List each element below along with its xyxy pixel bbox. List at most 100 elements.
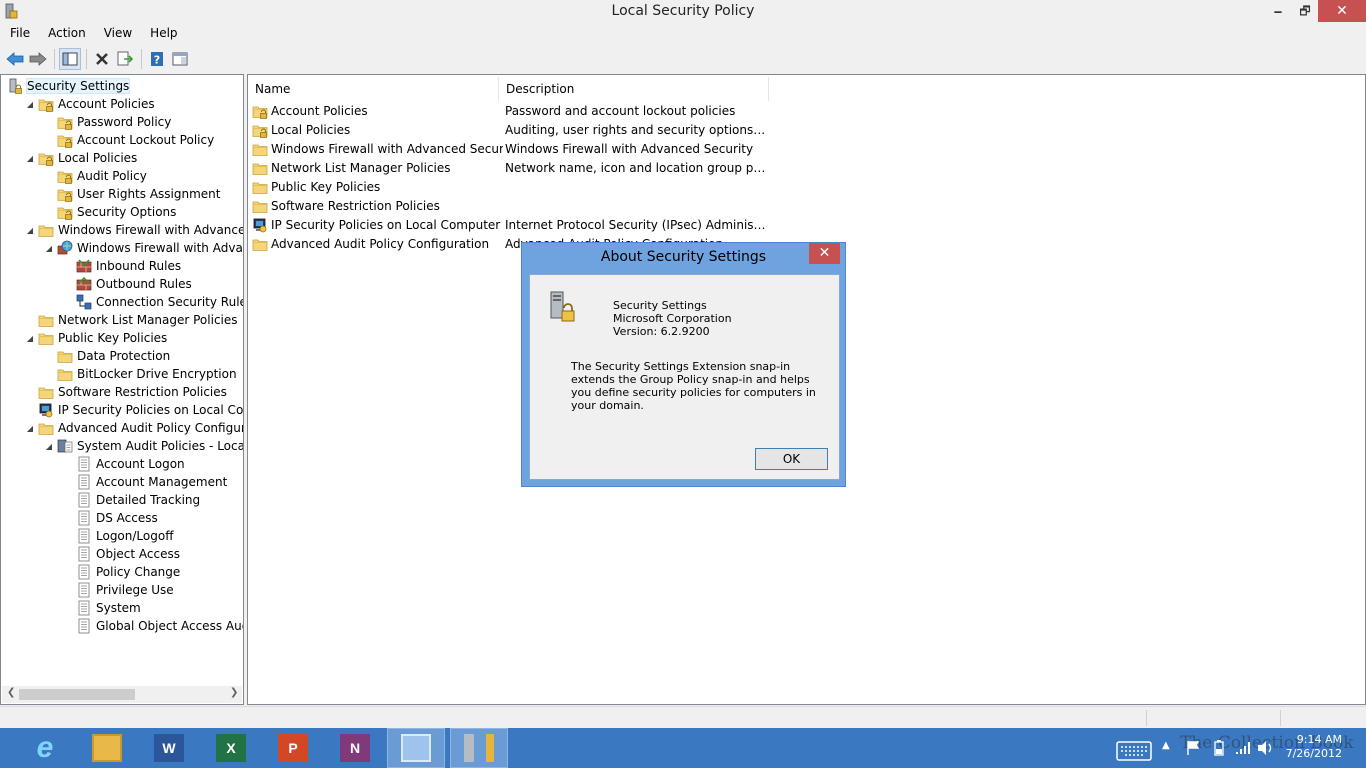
tree-item-label: Network List Manager Policies (58, 313, 238, 327)
forward-button[interactable] (27, 48, 49, 70)
dialog-close-button[interactable]: ✕ (809, 243, 840, 264)
tree-item[interactable]: Security Settings (5, 77, 131, 95)
product-info: Security Settings Microsoft Corporation … (613, 299, 732, 338)
tree-item[interactable]: ◢ System Audit Policies - Local Grou (43, 437, 243, 455)
tree-item[interactable]: DS Access (62, 509, 158, 527)
tree-item-label: Policy Change (96, 565, 181, 579)
tree-item[interactable]: System (62, 599, 141, 617)
folder-lock-icon (57, 171, 73, 184)
expand-collapse-icon[interactable]: ◢ (43, 244, 55, 253)
folder-icon (38, 387, 54, 399)
list-row[interactable]: IP Security Policies on Local Computer In… (252, 215, 1012, 234)
taskbar-word-button[interactable]: W (140, 728, 198, 768)
menu-file[interactable]: File (0, 24, 38, 44)
list-row[interactable]: Local Policies Auditing, user rights and … (252, 120, 1012, 139)
tree-item[interactable]: Privilege Use (62, 581, 174, 599)
close-button[interactable]: ✕ (1318, 0, 1366, 22)
tree-pane[interactable]: Security Settings ◢ Account Policies Passwo… (0, 74, 244, 705)
tree-item[interactable]: IP Security Policies on Local Compute (24, 401, 243, 419)
expand-collapse-icon[interactable]: ◢ (24, 334, 36, 343)
tree-item-label: Security Options (77, 205, 177, 219)
tree-item[interactable]: ◢ Local Policies (24, 149, 137, 167)
properties-button[interactable] (169, 48, 191, 70)
tree-item[interactable]: Network List Manager Policies (24, 311, 238, 329)
battery-icon[interactable] (1213, 740, 1225, 756)
expand-collapse-icon[interactable]: ◢ (24, 424, 36, 433)
tree-horizontal-scrollbar[interactable]: ❮ ❯ (2, 686, 242, 703)
touch-keyboard-icon[interactable] (1116, 738, 1154, 762)
tree-item-label: Outbound Rules (96, 277, 192, 291)
tree-item[interactable]: ◢ Account Policies (24, 95, 155, 113)
list-row-name: Advanced Audit Policy Configuration (271, 236, 490, 251)
expand-collapse-icon[interactable]: ◢ (43, 442, 55, 451)
scroll-left-icon[interactable]: ❮ (7, 687, 15, 698)
tree-item[interactable]: Inbound Rules (62, 257, 181, 275)
tree-item[interactable]: Audit Policy (43, 167, 147, 185)
delete-button[interactable] (91, 48, 113, 70)
expand-collapse-icon[interactable]: ◢ (24, 226, 36, 235)
toolbar: ? (0, 46, 1366, 72)
list-row[interactable]: Public Key Policies (252, 177, 1012, 196)
tree-item[interactable]: BitLocker Drive Encryption (43, 365, 237, 383)
tree-item[interactable]: Logon/Logoff (62, 527, 173, 545)
export-list-button[interactable] (114, 48, 136, 70)
tree-item[interactable]: Object Access (62, 545, 180, 563)
column-header-description[interactable]: Description (499, 77, 769, 101)
taskbar-file-explorer-button[interactable] (78, 728, 136, 768)
show-hidden-icons-icon[interactable]: ▲ (1162, 740, 1170, 751)
folder-lock-icon (57, 135, 73, 148)
show-hide-tree-button[interactable] (59, 48, 81, 70)
menu-action[interactable]: Action (38, 24, 94, 44)
dialog-description: The Security Settings Extension snap-in … (571, 360, 816, 412)
tree-item-label: DS Access (96, 511, 158, 525)
tree-item[interactable]: Account Management (62, 473, 227, 491)
back-button[interactable] (4, 48, 26, 70)
tree-item[interactable]: Policy Change (62, 563, 180, 581)
expand-collapse-icon[interactable]: ◢ (24, 154, 36, 163)
volume-icon[interactable] (1256, 739, 1274, 757)
tree-item[interactable]: Security Options (43, 203, 176, 221)
ok-button[interactable]: OK (755, 448, 828, 470)
list-row[interactable]: Network List Manager Policies Network nam… (252, 158, 1012, 177)
tree-item[interactable]: Detailed Tracking (62, 491, 200, 509)
tree-item[interactable]: Outbound Rules (62, 275, 192, 293)
tree-item[interactable]: ◢ Windows Firewall with Advanced S (43, 239, 243, 257)
expand-collapse-icon[interactable]: ◢ (24, 100, 36, 109)
menu-help[interactable]: Help (140, 24, 185, 44)
taskbar-excel-button[interactable]: X (202, 728, 260, 768)
list-row[interactable]: Windows Firewall with Advanced Security W… (252, 139, 1012, 158)
list-row[interactable]: Account Policies Password and account loc… (252, 101, 1012, 120)
network-signal-icon[interactable] (1234, 740, 1252, 756)
help-button[interactable]: ? (146, 48, 168, 70)
tree-item[interactable]: Account Lockout Policy (43, 131, 214, 149)
restore-button[interactable]: 🗗 (1290, 0, 1320, 22)
taskbar-onenote-button[interactable]: N (326, 728, 384, 768)
tree-item[interactable]: Global Object Access Auditing (62, 617, 243, 635)
scroll-right-icon[interactable]: ❯ (230, 687, 238, 698)
taskbar-control-panel-button[interactable] (387, 728, 445, 768)
tree-item[interactable]: Account Logon (62, 455, 185, 473)
tree-item[interactable]: Software Restriction Policies (24, 383, 227, 401)
tree-item[interactable]: Password Policy (43, 113, 171, 131)
tree-item[interactable]: User Rights Assignment (43, 185, 220, 203)
tree-item[interactable]: ◢ Public Key Policies (24, 329, 167, 347)
column-header-name[interactable]: Name (248, 77, 499, 101)
list-row[interactable]: Software Restriction Policies (252, 196, 1012, 215)
tree-item[interactable]: Data Protection (43, 347, 170, 365)
scrollbar-thumb[interactable] (19, 689, 135, 700)
tree-item-label: Connection Security Rules (96, 295, 244, 309)
show-hide-tree-icon (62, 52, 78, 66)
taskbar-local-security-policy-button[interactable] (450, 728, 508, 768)
tree-item-label: Password Policy (77, 115, 172, 129)
minimize-button[interactable]: 🗕 (1263, 0, 1293, 22)
tree-item[interactable]: ◢ Windows Firewall with Advanced Secu (24, 221, 243, 239)
menu-view[interactable]: View (94, 24, 140, 44)
taskbar-internet-explorer-button[interactable]: e (16, 728, 74, 768)
tree-item[interactable]: ◢ Advanced Audit Policy Configuration (24, 419, 243, 437)
tree-item[interactable]: Connection Security Rules (62, 293, 244, 311)
excel-icon: X (216, 734, 246, 762)
svg-text:?: ? (154, 54, 160, 67)
action-center-flag-icon[interactable] (1185, 740, 1201, 756)
taskbar-powerpoint-button[interactable]: P (264, 728, 322, 768)
system-clock[interactable]: 9:14 AM 7/26/2012 (1282, 733, 1342, 761)
